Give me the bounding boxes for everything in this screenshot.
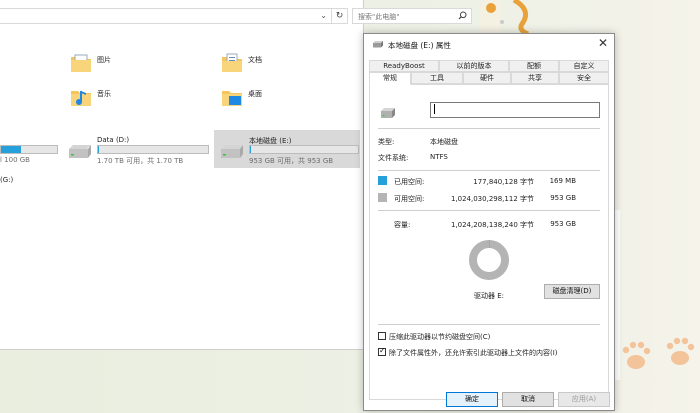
tab-hardware[interactable]: 硬件 xyxy=(463,72,511,84)
disk-usage-ring xyxy=(469,240,509,280)
used-space-label: 已用空间: xyxy=(394,178,425,186)
separator xyxy=(378,210,600,211)
drive-c[interactable]: l 100 GB xyxy=(0,132,62,164)
capacity-bytes: 1,024,208,138,240 字节 xyxy=(450,221,534,229)
dialog-title-bar[interactable]: 本地磁盘 (E:) 属性 ✕ xyxy=(364,34,614,54)
drive-g-label[interactable]: (G:) xyxy=(0,176,13,184)
drive-e-usage-bar xyxy=(249,145,359,154)
folder-label-music[interactable]: 音乐 xyxy=(97,89,111,99)
tab-quota[interactable]: 配额 xyxy=(509,60,559,72)
drive-e-size: 953 GB 可用，共 953 GB xyxy=(249,157,334,165)
apply-button[interactable]: 应用(A) xyxy=(558,392,610,407)
paw-prints-decoration xyxy=(622,337,695,369)
address-field[interactable]: ⌄ xyxy=(0,8,332,24)
separator xyxy=(378,324,600,325)
tab-tools[interactable]: 工具 xyxy=(411,72,463,84)
filesystem-value: NTFS xyxy=(430,153,448,161)
free-space-bytes: 1,024,030,298,112 字节 xyxy=(450,195,534,203)
used-space-size: 169 MB xyxy=(549,177,576,185)
cat-wallpaper-decoration xyxy=(480,0,530,34)
address-bar[interactable]: ⌄ ↻ xyxy=(0,8,350,24)
hard-drive-icon xyxy=(381,108,395,118)
pictures-folder-icon[interactable] xyxy=(70,52,92,74)
compress-drive-label[interactable]: 压缩此驱动器以节约磁盘空间(C) xyxy=(389,332,490,342)
free-space-label: 可用空间: xyxy=(394,195,425,203)
close-icon[interactable]: ✕ xyxy=(598,37,608,49)
tab-previous-versions[interactable]: 以前的版本 xyxy=(439,60,509,72)
refresh-button[interactable]: ↻ xyxy=(332,8,348,24)
tab-sharing[interactable]: 共享 xyxy=(511,72,559,84)
hard-drive-icon xyxy=(69,145,91,158)
drive-e[interactable]: 本地磁盘 (E:) 953 GB 可用，共 953 GB xyxy=(218,132,360,165)
search-box[interactable]: 搜索"此电脑" xyxy=(352,8,472,24)
cancel-button[interactable]: 取消 xyxy=(502,392,554,407)
compress-drive-checkbox[interactable] xyxy=(378,332,386,340)
separator xyxy=(378,128,600,129)
text-caret xyxy=(434,104,435,114)
filesystem-label: 文件系统: xyxy=(378,154,409,162)
volume-name-caret-container xyxy=(430,102,600,118)
hard-drive-icon xyxy=(221,145,243,158)
index-contents-label[interactable]: 除了文件属性外，还允许索引此驱动器上文件的内容(I) xyxy=(389,348,558,358)
index-contents-checkbox[interactable] xyxy=(378,346,386,356)
type-label: 类型: xyxy=(378,138,395,146)
drive-c-usage-bar xyxy=(0,145,58,154)
search-placeholder: 搜索"此电脑" xyxy=(358,13,400,21)
free-space-size: 953 GB xyxy=(550,194,576,202)
capacity-label: 容量: xyxy=(394,221,411,229)
file-explorer-window: ⌄ ↻ 图片 文档 音乐 桌面 l 100 GB Data (D:) 1.70 … xyxy=(0,0,364,350)
separator xyxy=(378,170,600,171)
used-space-swatch xyxy=(378,176,387,185)
used-space-bytes: 177,840,128 字节 xyxy=(473,178,534,186)
drive-d[interactable]: Data (D:) 1.70 TB 可用，共 1.70 TB xyxy=(66,132,212,165)
folder-label-pictures[interactable]: 图片 xyxy=(97,55,111,65)
disk-cleanup-button[interactable]: 磁盘清理(D) xyxy=(544,284,600,299)
dialog-title: 本地磁盘 (E:) 属性 xyxy=(388,41,451,50)
drive-d-size: 1.70 TB 可用，共 1.70 TB xyxy=(97,157,184,165)
tab-customize[interactable]: 自定义 xyxy=(559,60,609,72)
drive-letter-label: 驱动器 E: xyxy=(474,292,505,300)
folder-label-desktop[interactable]: 桌面 xyxy=(248,89,262,99)
drive-d-usage-bar xyxy=(97,145,209,154)
documents-folder-icon[interactable] xyxy=(221,52,243,74)
free-space-swatch xyxy=(378,193,387,202)
free-space-ring xyxy=(469,240,509,280)
chevron-down-icon[interactable]: ⌄ xyxy=(320,11,327,20)
drive-d-name: Data (D:) xyxy=(97,136,130,144)
capacity-size: 953 GB xyxy=(550,220,576,228)
tab-general[interactable]: 常规 xyxy=(369,72,411,85)
music-folder-icon[interactable] xyxy=(70,86,92,108)
tab-security[interactable]: 安全 xyxy=(559,72,609,84)
hard-drive-icon xyxy=(373,41,383,48)
type-value: 本地磁盘 xyxy=(430,138,458,146)
drive-properties-dialog: 本地磁盘 (E:) 属性 ✕ ReadyBoost 以前的版本 配额 自定义 常… xyxy=(363,33,615,411)
tab-readyboost[interactable]: ReadyBoost xyxy=(369,60,439,72)
search-icon[interactable] xyxy=(458,11,467,20)
folder-label-documents[interactable]: 文档 xyxy=(248,55,262,65)
desktop-folder-icon[interactable] xyxy=(221,86,243,108)
ok-button[interactable]: 确定 xyxy=(446,392,498,407)
drive-c-size: l 100 GB xyxy=(0,156,30,164)
